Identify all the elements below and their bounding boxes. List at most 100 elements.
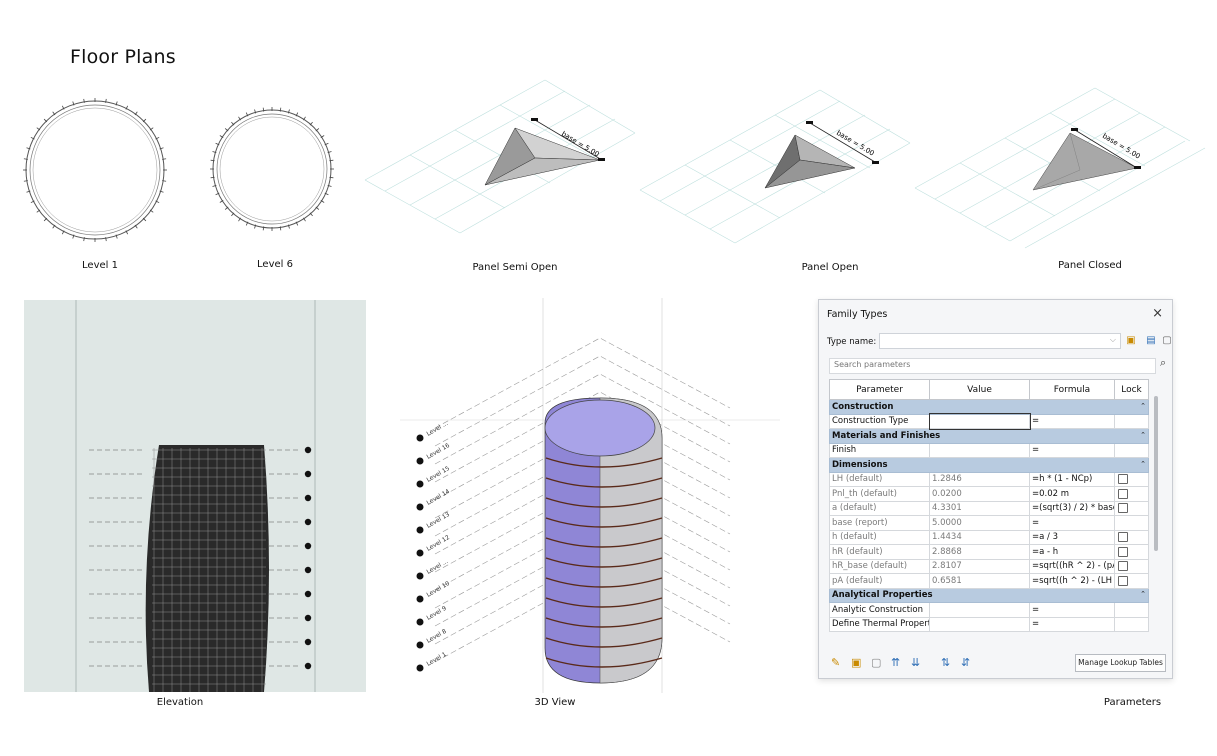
caption-panel-semi-open: Panel Semi Open xyxy=(472,262,558,273)
level-marker xyxy=(304,494,312,502)
column-parameter[interactable]: Parameter xyxy=(829,379,930,400)
search-icon[interactable]: ⌕ xyxy=(1160,356,1166,370)
move-up-icon[interactable]: ⇈ xyxy=(891,656,900,669)
group-row[interactable]: Analytical Properties ⌃ xyxy=(829,587,1149,603)
level-label: Level 14 xyxy=(426,488,452,507)
close-icon[interactable]: × xyxy=(1152,306,1163,321)
group-row[interactable]: Dimensions ⌃ xyxy=(829,457,1149,473)
table-row[interactable]: h (default) 1.4434 =a / 3 xyxy=(829,529,1149,545)
level-marker xyxy=(416,572,424,580)
lock-checkbox[interactable] xyxy=(1118,532,1128,542)
level-marker xyxy=(304,566,312,574)
level-marker xyxy=(304,518,312,526)
elevation-view xyxy=(24,300,366,692)
search-parameters-input[interactable]: Search parameters xyxy=(829,358,1156,374)
level-label: Level 15 xyxy=(426,465,452,484)
level-label: Level 1 xyxy=(426,651,448,668)
collapse-icon: ⌃ xyxy=(1140,459,1146,468)
level-marker xyxy=(304,638,312,646)
level-marker xyxy=(304,590,312,598)
new-parameter-icon[interactable]: ▣ xyxy=(851,656,861,669)
table-row[interactable]: Analytic Construction = xyxy=(829,602,1149,618)
level-label: Level 16 xyxy=(426,442,452,461)
lock-checkbox[interactable] xyxy=(1118,561,1128,571)
lock-checkbox[interactable] xyxy=(1118,488,1128,499)
collapse-icon: ⌃ xyxy=(1140,430,1146,439)
table-row[interactable]: LH (default) 1.2846 =h * (1 - NCp) xyxy=(829,471,1149,487)
caption-panel-open: Panel Open xyxy=(801,262,859,273)
parameters-table: Parameter Value Formula Lock Constructio… xyxy=(829,379,1149,632)
level-marker xyxy=(416,664,424,672)
caption-parameters: Parameters xyxy=(1103,697,1162,708)
lock-checkbox[interactable] xyxy=(1118,575,1128,586)
move-down-icon[interactable]: ⇊ xyxy=(911,656,920,669)
level-marker xyxy=(304,470,312,478)
view-3d: Level ... Level 16 Level 15 Level 14 Level 1… xyxy=(400,298,780,693)
panel-closed-diagram: base = 5.00 xyxy=(914,87,1206,249)
table-row[interactable]: Define Thermal Properti = xyxy=(829,616,1149,632)
section-heading: Floor Plans xyxy=(70,46,176,68)
level-marker xyxy=(416,641,424,649)
table-row[interactable]: Finish = xyxy=(829,442,1149,458)
panel-semi-open-diagram: base = 5.00 xyxy=(364,79,636,234)
column-lock[interactable]: Lock xyxy=(1114,379,1149,400)
lock-checkbox[interactable] xyxy=(1118,503,1128,513)
caption-panel-closed: Panel Closed xyxy=(1058,260,1122,271)
sort-ascending-icon[interactable]: ⇅ xyxy=(941,656,950,669)
level-label: Level ... xyxy=(426,558,450,576)
collapse-icon: ⌃ xyxy=(1140,590,1146,599)
chevron-down-icon: ⌵ xyxy=(1109,335,1116,344)
family-types-dialog: Family Types × Type name: ⌵ ▣ ▤ ▢ Search… xyxy=(818,299,1173,679)
level-marker xyxy=(416,457,424,465)
level-label: Level ... xyxy=(426,420,450,438)
table-row[interactable]: base (report) 5.0000 = xyxy=(829,515,1149,531)
floor-plan-level1 xyxy=(23,98,167,242)
group-row[interactable]: Materials and Finishes ⌃ xyxy=(829,428,1149,444)
panel-open-diagram: base = 5.00 xyxy=(639,89,911,244)
table-row[interactable]: hR (default) 2.8868 =a - h xyxy=(829,544,1149,560)
dialog-title: Family Types xyxy=(827,309,888,320)
level-marker xyxy=(416,595,424,603)
lock-checkbox[interactable] xyxy=(1118,546,1128,557)
table-row[interactable]: a (default) 4.3301 =(sqrt(3) / 2) * base xyxy=(829,500,1149,516)
level-marker xyxy=(416,503,424,511)
delete-type-icon[interactable]: ▢ xyxy=(1160,334,1174,347)
level-marker xyxy=(416,549,424,557)
delete-parameter-icon[interactable]: ▢ xyxy=(871,656,881,669)
caption-level6: Level 6 xyxy=(257,259,293,270)
level-marker xyxy=(304,614,312,622)
level-label: Level 13 xyxy=(426,511,452,530)
caption-elevation: Elevation xyxy=(156,697,204,708)
dimension-label: base = 5.00 xyxy=(835,129,876,158)
caption-level1: Level 1 xyxy=(82,260,118,271)
lock-checkbox[interactable] xyxy=(1118,474,1128,484)
rename-type-icon[interactable]: ▤ xyxy=(1144,334,1158,347)
level-marker xyxy=(304,446,312,454)
column-value[interactable]: Value xyxy=(929,379,1030,400)
level-label: Level 8 xyxy=(426,628,448,645)
type-name-select[interactable]: ⌵ xyxy=(879,333,1121,349)
level-marker xyxy=(304,542,312,550)
table-row[interactable]: Pnl_th (default) 0.0200 =0.02 m xyxy=(829,486,1149,502)
sort-descending-icon[interactable]: ⇵ xyxy=(961,656,970,669)
scrollbar[interactable] xyxy=(1154,396,1158,551)
table-row[interactable]: pA (default) 0.6581 =sqrt((h ^ 2) - (LH ^ xyxy=(829,573,1149,589)
table-row[interactable]: Construction Type = xyxy=(829,413,1149,430)
level-marker xyxy=(416,526,424,534)
caption-3d-view: 3D View xyxy=(534,697,576,708)
table-row[interactable]: hR_base (default) 2.8107 =sqrt((hR ^ 2) - … xyxy=(829,558,1149,574)
group-row[interactable]: Construction ⌃ xyxy=(829,399,1149,415)
column-formula[interactable]: Formula xyxy=(1029,379,1115,400)
level-marker xyxy=(416,618,424,626)
floor-plan-level6 xyxy=(210,107,334,231)
collapse-icon: ⌃ xyxy=(1140,401,1146,410)
level-label: Level 12 xyxy=(426,534,452,553)
edit-parameter-icon[interactable]: ✎ xyxy=(831,656,840,669)
level-marker xyxy=(416,434,424,442)
new-type-icon[interactable]: ▣ xyxy=(1124,334,1138,347)
level-marker xyxy=(304,662,312,670)
manage-lookup-tables-button[interactable]: Manage Lookup Tables xyxy=(1075,654,1166,672)
construction-type-input[interactable] xyxy=(928,413,1031,430)
type-name-label: Type name: xyxy=(827,337,877,347)
level-label: Level 10 xyxy=(426,580,452,599)
